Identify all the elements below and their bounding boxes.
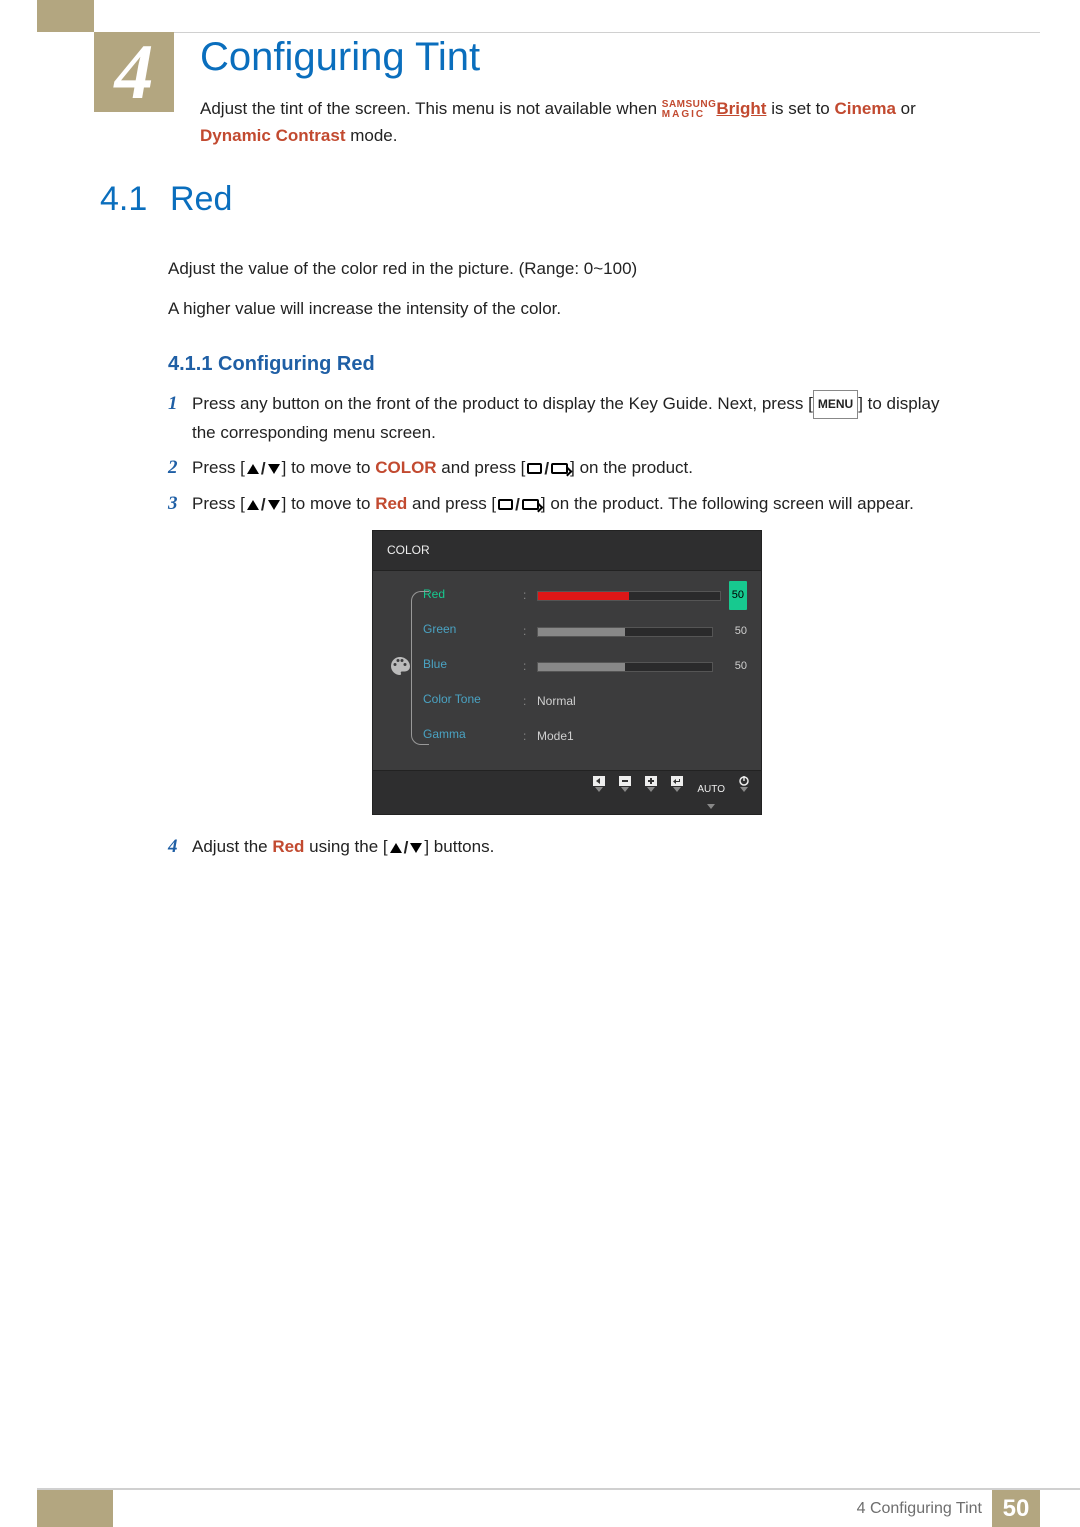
gamma-value: Mode1: [537, 723, 574, 750]
auto-label: AUTO: [697, 776, 725, 809]
magic-bright-label: Bright: [716, 99, 766, 118]
footer-side-accent: [37, 1490, 113, 1527]
tone-value: Normal: [537, 688, 576, 715]
intro-text-c: or: [901, 99, 916, 118]
dynamic-contrast-keyword: Dynamic Contrast: [200, 126, 345, 145]
osd-row-blue: : 50: [523, 653, 747, 680]
osd-labels: Red Green Blue Color Tone Gamma: [423, 581, 513, 750]
steps-list: 1 Press any button on the front of the p…: [168, 390, 960, 869]
section-number: 4.1: [100, 180, 147, 219]
osd-button-strip: AUTO: [373, 770, 761, 814]
osd-values: : 50 : 50 :: [523, 581, 747, 750]
step-4: 4 Adjust the Red using the [/] buttons.: [168, 833, 960, 861]
osd-row-red: : 50: [523, 581, 747, 610]
samsung-magic-logo: SAMSUNG MAGIC: [662, 100, 717, 120]
step-body: Adjust the Red using the [/] buttons.: [192, 833, 960, 861]
chapter-intro: Adjust the tint of the screen. This menu…: [200, 95, 960, 149]
up-down-icon: /: [390, 834, 423, 861]
step-2: 2 Press [/] to move to COLOR and press […: [168, 454, 960, 482]
red-value: 50: [729, 581, 747, 610]
osd-row-tone: : Normal: [523, 688, 747, 715]
osd-label-red: Red: [423, 581, 513, 608]
intro-text-b: is set to: [771, 99, 834, 118]
color-keyword: COLOR: [375, 458, 436, 477]
osd-label-tone: Color Tone: [423, 686, 513, 713]
intro-text-a: Adjust the tint of the screen. This menu…: [200, 99, 662, 118]
osd-title: COLOR: [373, 531, 761, 571]
step-number: 1: [168, 390, 192, 446]
select-enter-icon: /: [498, 491, 539, 518]
step-1: 1 Press any button on the front of the p…: [168, 390, 960, 446]
red-slider: [537, 591, 721, 601]
red-keyword: Red: [272, 837, 304, 856]
menu-key-icon: MENU: [813, 390, 858, 419]
intro-text-d: mode.: [350, 126, 397, 145]
step-body: Press [/] to move to Red and press [/] o…: [192, 490, 960, 825]
section-paragraph-2: A higher value will increase the intensi…: [168, 295, 960, 322]
up-down-icon: /: [247, 455, 280, 482]
osd-screenshot: COLOR Red Green Blue Color Tone: [372, 530, 762, 815]
subsection-heading: 4.1.1 Configuring Red: [168, 353, 375, 376]
back-icon: [593, 776, 605, 809]
osd-row-gamma: : Mode1: [523, 723, 747, 750]
chapter-number-badge: 4: [94, 32, 174, 112]
section-paragraph-1: Adjust the value of the color red in the…: [168, 255, 960, 282]
select-enter-icon: /: [527, 455, 568, 482]
footer-chapter-label: 4 Configuring Tint: [857, 1490, 982, 1527]
step-body: Press [/] to move to COLOR and press [/]…: [192, 454, 960, 482]
step-body: Press any button on the front of the pro…: [192, 390, 960, 446]
document-page: 4 Configuring Tint Adjust the tint of th…: [0, 0, 1080, 1527]
osd-bracket-decoration: [411, 591, 429, 745]
palette-icon: [387, 581, 413, 750]
osd-label-blue: Blue: [423, 651, 513, 678]
blue-slider: [537, 662, 713, 672]
step-number: 2: [168, 454, 192, 482]
plus-icon: [645, 776, 657, 809]
osd-label-gamma: Gamma: [423, 721, 513, 748]
osd-row-green: : 50: [523, 618, 747, 645]
chapter-title: Configuring Tint: [200, 35, 480, 80]
green-value: 50: [721, 618, 747, 645]
section-title: Red: [170, 180, 232, 219]
minus-icon: [619, 776, 631, 809]
page-number: 50: [992, 1490, 1040, 1527]
header-side-accent: [37, 0, 94, 32]
step-number: 3: [168, 490, 192, 825]
up-down-icon: /: [247, 491, 280, 518]
enter-icon: [671, 776, 683, 809]
step-3: 3 Press [/] to move to Red and press [/]…: [168, 490, 960, 825]
green-slider: [537, 627, 713, 637]
header-divider: [174, 32, 1040, 33]
step-number: 4: [168, 833, 192, 861]
red-keyword: Red: [375, 494, 407, 513]
power-icon: [739, 776, 749, 809]
blue-value: 50: [721, 653, 747, 680]
cinema-keyword: Cinema: [835, 99, 896, 118]
osd-label-green: Green: [423, 616, 513, 643]
